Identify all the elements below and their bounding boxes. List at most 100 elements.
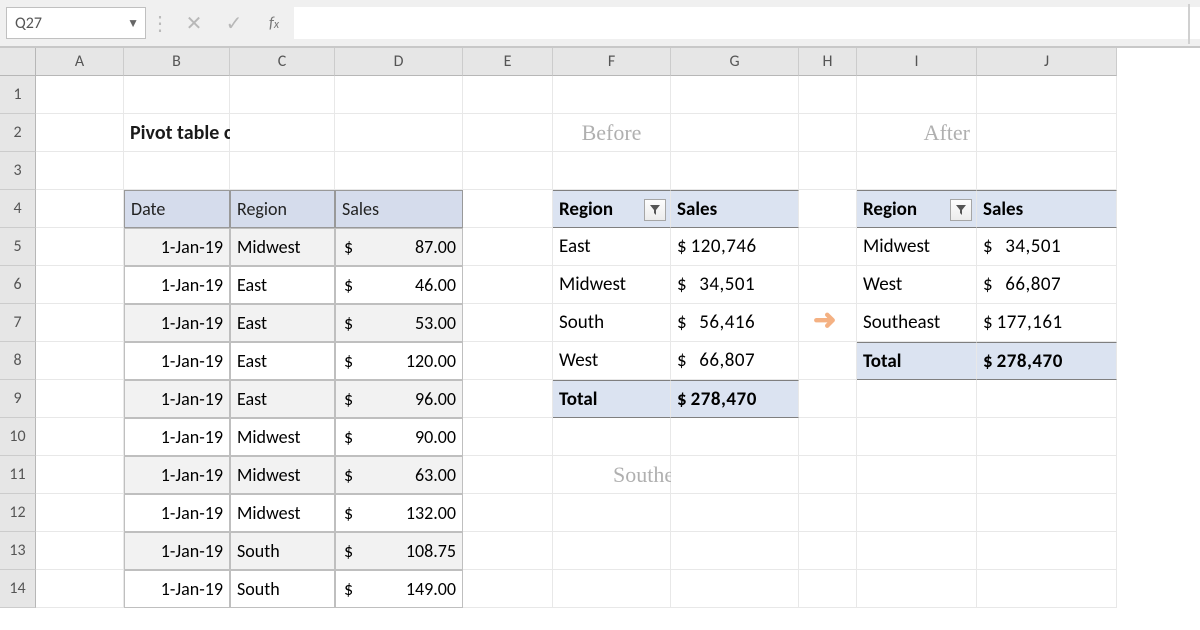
row-header[interactable]: 6 — [0, 266, 36, 304]
pivot-before-region-header[interactable]: Region — [553, 190, 671, 228]
cell[interactable] — [799, 190, 857, 228]
cell[interactable] — [36, 228, 124, 266]
filter-icon[interactable] — [950, 199, 972, 221]
cell[interactable] — [857, 456, 977, 494]
cell[interactable] — [36, 570, 124, 608]
table-cell[interactable]: Midwest — [230, 228, 335, 266]
pivot-before-sales-header[interactable]: Sales — [671, 190, 799, 228]
cell[interactable] — [463, 190, 553, 228]
cell[interactable] — [799, 456, 857, 494]
cell[interactable]: Pivot table calculated item example — [124, 114, 230, 152]
fx-icon[interactable]: fx — [254, 14, 294, 33]
cell[interactable] — [36, 418, 124, 456]
cell[interactable] — [977, 114, 1117, 152]
col-header[interactable]: B — [124, 48, 230, 76]
cell[interactable] — [36, 114, 124, 152]
row-header[interactable]: 3 — [0, 152, 36, 190]
cell[interactable] — [553, 76, 671, 114]
pivot-row-label[interactable]: Southeast — [857, 304, 977, 342]
table-cell[interactable]: 1-Jan-19 — [124, 380, 230, 418]
table-cell[interactable]: $63.00 — [335, 456, 463, 494]
cell[interactable] — [799, 418, 857, 456]
cell[interactable] — [553, 152, 671, 190]
cell[interactable] — [553, 532, 671, 570]
pivot-row-label[interactable]: East — [553, 228, 671, 266]
table-cell[interactable]: 1-Jan-19 — [124, 532, 230, 570]
table-cell[interactable]: $120.00 — [335, 342, 463, 380]
cell[interactable] — [857, 494, 977, 532]
row-header[interactable]: 11 — [0, 456, 36, 494]
cell[interactable] — [463, 228, 553, 266]
cell[interactable] — [463, 456, 553, 494]
table-cell[interactable]: $46.00 — [335, 266, 463, 304]
cell[interactable] — [463, 266, 553, 304]
cell[interactable] — [36, 76, 124, 114]
cell[interactable] — [977, 494, 1117, 532]
cell[interactable] — [36, 266, 124, 304]
cell[interactable] — [799, 76, 857, 114]
col-header[interactable]: D — [335, 48, 463, 76]
table-cell[interactable]: $96.00 — [335, 380, 463, 418]
table-cell[interactable]: 1-Jan-19 — [124, 418, 230, 456]
pivot-row-label[interactable]: Midwest — [857, 228, 977, 266]
cell[interactable] — [977, 152, 1117, 190]
cell[interactable] — [36, 380, 124, 418]
cell[interactable] — [230, 152, 335, 190]
cell[interactable] — [463, 494, 553, 532]
pivot-row-value[interactable]: $ 66,807 — [671, 342, 799, 380]
pivot-row-value[interactable]: $ 66,807 — [977, 266, 1117, 304]
cell[interactable] — [857, 76, 977, 114]
source-header-date[interactable]: Date — [124, 190, 230, 228]
cell[interactable] — [857, 570, 977, 608]
name-box[interactable]: Q27 ▼ — [6, 7, 146, 39]
cell[interactable] — [799, 228, 857, 266]
cell[interactable] — [671, 152, 799, 190]
pivot-row-label[interactable]: West — [857, 266, 977, 304]
table-cell[interactable]: Midwest — [230, 494, 335, 532]
col-header[interactable]: F — [553, 48, 671, 76]
cell[interactable] — [36, 494, 124, 532]
formula-input[interactable] — [294, 7, 1200, 39]
pivot-total-value[interactable]: $278,470 — [671, 380, 799, 418]
table-cell[interactable]: 1-Jan-19 — [124, 456, 230, 494]
row-header[interactable]: 12 — [0, 494, 36, 532]
enter-icon[interactable]: ✓ — [214, 11, 254, 36]
cell[interactable] — [124, 76, 230, 114]
cell[interactable]: After — [857, 114, 977, 152]
col-header[interactable]: A — [36, 48, 124, 76]
pivot-row-value[interactable]: $ 56,416 — [671, 304, 799, 342]
table-cell[interactable]: $53.00 — [335, 304, 463, 342]
pivot-row-label[interactable]: West — [553, 342, 671, 380]
row-header[interactable]: 4 — [0, 190, 36, 228]
row-header[interactable]: 9 — [0, 380, 36, 418]
pivot-row-value[interactable]: $120,746 — [671, 228, 799, 266]
cell[interactable] — [857, 380, 977, 418]
cell[interactable] — [799, 570, 857, 608]
table-cell[interactable]: Midwest — [230, 456, 335, 494]
cell[interactable] — [977, 380, 1117, 418]
pivot-after-region-header[interactable]: Region — [857, 190, 977, 228]
pivot-row-label[interactable]: Midwest — [553, 266, 671, 304]
cell[interactable] — [36, 342, 124, 380]
col-header[interactable]: G — [671, 48, 799, 76]
table-cell[interactable]: $132.00 — [335, 494, 463, 532]
cell[interactable] — [857, 418, 977, 456]
row-header[interactable]: 1 — [0, 76, 36, 114]
row-header[interactable]: 7 — [0, 304, 36, 342]
source-header-region[interactable]: Region — [230, 190, 335, 228]
cell[interactable] — [463, 304, 553, 342]
cell[interactable] — [799, 494, 857, 532]
cell[interactable] — [671, 532, 799, 570]
cell[interactable] — [335, 76, 463, 114]
cell[interactable] — [799, 380, 857, 418]
cell[interactable] — [671, 456, 799, 494]
cell[interactable] — [671, 418, 799, 456]
cell[interactable]: ➜ — [799, 304, 857, 342]
table-cell[interactable]: East — [230, 342, 335, 380]
cell[interactable] — [36, 456, 124, 494]
table-cell[interactable]: East — [230, 266, 335, 304]
table-cell[interactable]: South — [230, 570, 335, 608]
col-header[interactable]: H — [799, 48, 857, 76]
row-header[interactable]: 13 — [0, 532, 36, 570]
cell[interactable] — [463, 152, 553, 190]
